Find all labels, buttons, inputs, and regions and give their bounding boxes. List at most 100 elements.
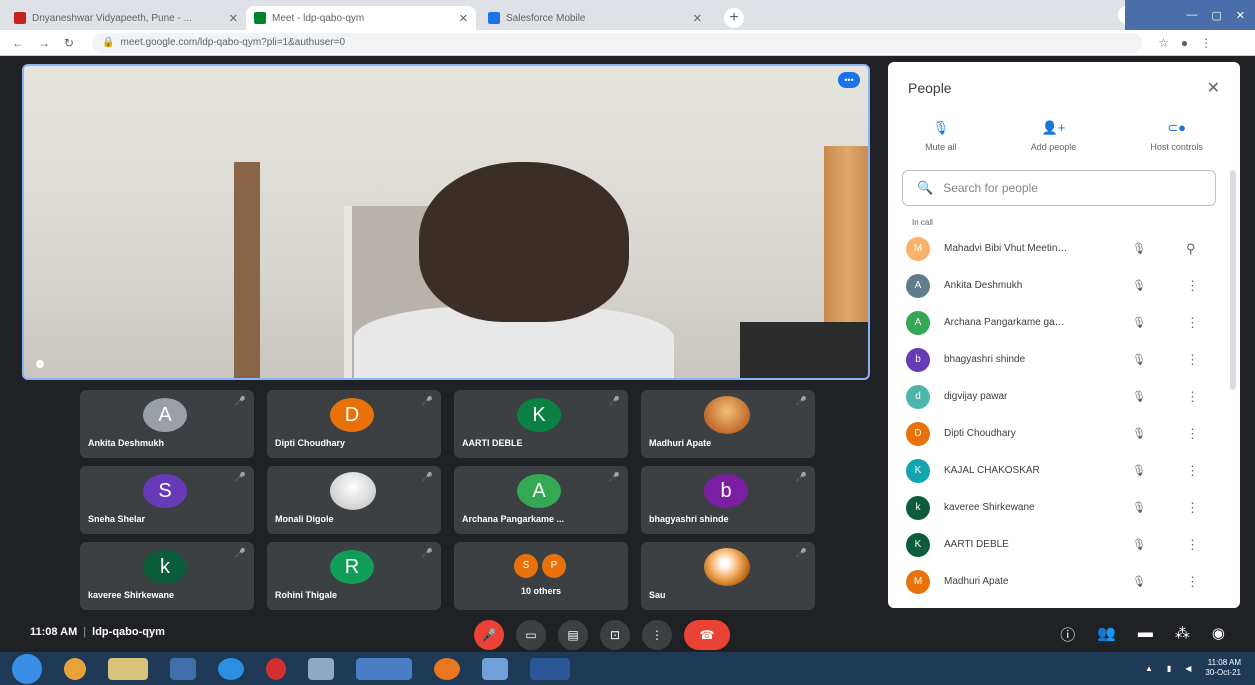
list-item[interactable]: b bhagyashri shinde 🎙 ⋮ bbox=[888, 341, 1240, 378]
clock[interactable]: 11:08 AM 30-Oct-21 bbox=[1205, 658, 1241, 678]
mic-off-icon[interactable]: 🎙 bbox=[1132, 575, 1146, 588]
activities-icon[interactable]: ⁂ bbox=[1175, 624, 1190, 645]
list-item[interactable]: A Ankita Deshmukh 🎙 ⋮ bbox=[888, 267, 1240, 304]
list-item[interactable]: A Archana Pangarkame gadi... 🎙 ⋮ bbox=[888, 304, 1240, 341]
more-icon[interactable]: ⋮ bbox=[1186, 463, 1199, 479]
url-field[interactable]: 🔒 meet.google.com/ldp-qabo-qym?pli=1&aut… bbox=[92, 32, 1143, 53]
file-explorer-icon[interactable] bbox=[108, 657, 148, 680]
mic-off-icon[interactable]: 🎙 bbox=[1132, 353, 1146, 366]
volume-icon[interactable]: ◀ bbox=[1185, 664, 1191, 673]
word-icon[interactable] bbox=[530, 657, 570, 680]
list-item[interactable]: D Dipti Choudhary 🎙 ⋮ bbox=[888, 415, 1240, 452]
network-icon[interactable]: ▮ bbox=[1167, 664, 1171, 673]
present-button[interactable]: ⊡ bbox=[600, 620, 630, 650]
more-icon[interactable]: ⋮ bbox=[1186, 574, 1199, 590]
window-close-icon[interactable]: ✕ bbox=[1236, 9, 1245, 22]
close-icon[interactable]: ✕ bbox=[459, 12, 468, 25]
forward-icon[interactable]: → bbox=[38, 36, 50, 50]
chat-icon[interactable]: ▬ bbox=[1138, 624, 1153, 645]
more-icon[interactable]: ⋮ bbox=[1186, 537, 1199, 553]
end-call-button[interactable]: ☎ bbox=[684, 620, 730, 650]
more-icon[interactable]: ⋮ bbox=[1186, 389, 1199, 405]
participant-tile[interactable]: R 🎤 Rohini Thigale bbox=[267, 542, 441, 610]
mic-off-icon[interactable]: 🎙 bbox=[1132, 501, 1146, 514]
browser-tab-1[interactable]: Dnyaneshwar Vidyapeeth, Pune - ... ✕ bbox=[6, 6, 246, 30]
minimize-icon[interactable]: — bbox=[1186, 9, 1197, 21]
more-icon[interactable]: ⋮ bbox=[1186, 352, 1199, 368]
host-controls-icon[interactable]: ◉ bbox=[1212, 624, 1225, 645]
search-input[interactable]: 🔍 Search for people bbox=[902, 170, 1216, 206]
more-options-button[interactable]: ⋮ bbox=[642, 620, 672, 650]
reload-icon[interactable]: ↻ bbox=[64, 36, 74, 50]
more-icon[interactable]: ⋮ bbox=[1186, 278, 1199, 294]
others-tile[interactable]: S P 10 others bbox=[454, 542, 628, 610]
add-people-button[interactable]: 👤+ Add people bbox=[1031, 120, 1077, 160]
app-icon[interactable] bbox=[308, 657, 334, 680]
more-icon[interactable]: ⋮ bbox=[1186, 426, 1199, 442]
mic-toggle-button[interactable]: 🎤 bbox=[474, 620, 504, 650]
browser-tab-3[interactable]: Salesforce Mobile ✕ bbox=[480, 6, 710, 30]
extension-icon[interactable]: ● bbox=[1181, 36, 1188, 50]
close-icon[interactable]: ✕ bbox=[1207, 78, 1220, 98]
avatar: A bbox=[517, 474, 561, 508]
tray-arrow-icon[interactable]: ▲ bbox=[1145, 664, 1153, 673]
list-item[interactable]: M Madhuri Apate 🎙 ⋮ bbox=[888, 563, 1240, 600]
star-icon[interactable]: ☆ bbox=[1158, 36, 1169, 50]
action-label: Add people bbox=[1030, 142, 1077, 152]
participant-name: Archana Pangarkame ... bbox=[462, 514, 565, 524]
participant-tile[interactable]: 🎤 Sau bbox=[641, 542, 815, 610]
participant-tile[interactable]: 🎤 Madhuri Apate bbox=[641, 390, 815, 458]
main-video[interactable]: ••• bbox=[22, 64, 870, 380]
list-item[interactable]: M Mahadvi Bibi Vhut Meeting host 🎙 ⚲ bbox=[888, 230, 1240, 267]
people-icon[interactable]: 👥 bbox=[1097, 624, 1116, 645]
maximize-icon[interactable]: ▢ bbox=[1211, 9, 1221, 22]
scrollbar[interactable] bbox=[1230, 170, 1236, 390]
participant-name: Monali Digole bbox=[275, 514, 334, 524]
list-item[interactable]: K KAJAL CHAKOSKAR 🎙 ⋮ bbox=[888, 452, 1240, 489]
info-icon[interactable]: ⓘ bbox=[1060, 624, 1075, 645]
toggle-icon: ⊂● bbox=[1167, 120, 1187, 135]
avatar: b bbox=[704, 474, 748, 508]
mic-off-icon[interactable]: 🎙 bbox=[1132, 390, 1146, 403]
close-icon[interactable]: ✕ bbox=[229, 12, 238, 25]
mute-all-button[interactable]: 🎙 Mute all bbox=[925, 120, 957, 160]
more-icon[interactable]: ⋮ bbox=[1186, 315, 1199, 331]
new-tab-button[interactable]: + bbox=[724, 8, 744, 28]
mic-off-icon[interactable]: 🎙 bbox=[1132, 316, 1146, 329]
mic-off-icon[interactable]: 🎙 bbox=[1132, 427, 1146, 440]
camera-toggle-button[interactable]: ▭ bbox=[516, 620, 546, 650]
participant-tile[interactable]: A 🎤 Archana Pangarkame ... bbox=[454, 466, 628, 534]
mic-off-icon[interactable]: 🎙 bbox=[1132, 538, 1146, 551]
list-item[interactable]: d digvijay pawar 🎙 ⋮ bbox=[888, 378, 1240, 415]
internet-explorer-icon[interactable] bbox=[218, 657, 244, 680]
participant-tile[interactable]: b 🎤 bhagyashri shinde bbox=[641, 466, 815, 534]
list-item[interactable]: k kaveree Shirkewane 🎙 ⋮ bbox=[888, 489, 1240, 526]
app-icon[interactable] bbox=[482, 657, 508, 680]
mic-off-icon[interactable]: 🎙 bbox=[1132, 242, 1146, 255]
chrome-icon[interactable] bbox=[356, 657, 412, 680]
opera-icon[interactable] bbox=[266, 657, 286, 680]
menu-icon[interactable]: ⋮ bbox=[1200, 36, 1212, 50]
close-icon[interactable]: ✕ bbox=[693, 12, 702, 25]
captions-button[interactable]: ▤ bbox=[558, 620, 588, 650]
app-icon[interactable] bbox=[170, 657, 196, 680]
avatar: S bbox=[143, 474, 187, 508]
firefox-icon[interactable] bbox=[434, 657, 460, 680]
browser-tab-2[interactable]: Meet - ldp-qabo-qym ✕ bbox=[246, 6, 476, 30]
media-player-icon[interactable] bbox=[64, 657, 86, 680]
participant-tile[interactable]: 🎤 Monali Digole bbox=[267, 466, 441, 534]
more-icon[interactable]: ⋮ bbox=[1186, 500, 1199, 516]
mic-off-icon[interactable]: 🎙 bbox=[1132, 279, 1146, 292]
participant-tile[interactable]: S 🎤 Sneha Shelar bbox=[80, 466, 254, 534]
host-controls-button[interactable]: ⊂● Host controls bbox=[1150, 120, 1203, 160]
mic-off-icon[interactable]: 🎙 bbox=[1132, 464, 1146, 477]
start-button[interactable] bbox=[12, 653, 42, 684]
participant-tile[interactable]: k 🎤 kaveree Shirkewane bbox=[80, 542, 254, 610]
pin-icon[interactable]: ⚲ bbox=[1186, 241, 1196, 257]
participant-tile[interactable]: D 🎤 Dipti Choudhary bbox=[267, 390, 441, 458]
list-item[interactable]: K AARTI DEBLE 🎙 ⋮ bbox=[888, 526, 1240, 563]
back-icon[interactable]: ← bbox=[12, 36, 24, 50]
person-name: Dipti Choudhary bbox=[944, 428, 1016, 439]
participant-tile[interactable]: K 🎤 AARTI DEBLE bbox=[454, 390, 628, 458]
participant-tile[interactable]: A 🎤 Ankita Deshmukh bbox=[80, 390, 254, 458]
